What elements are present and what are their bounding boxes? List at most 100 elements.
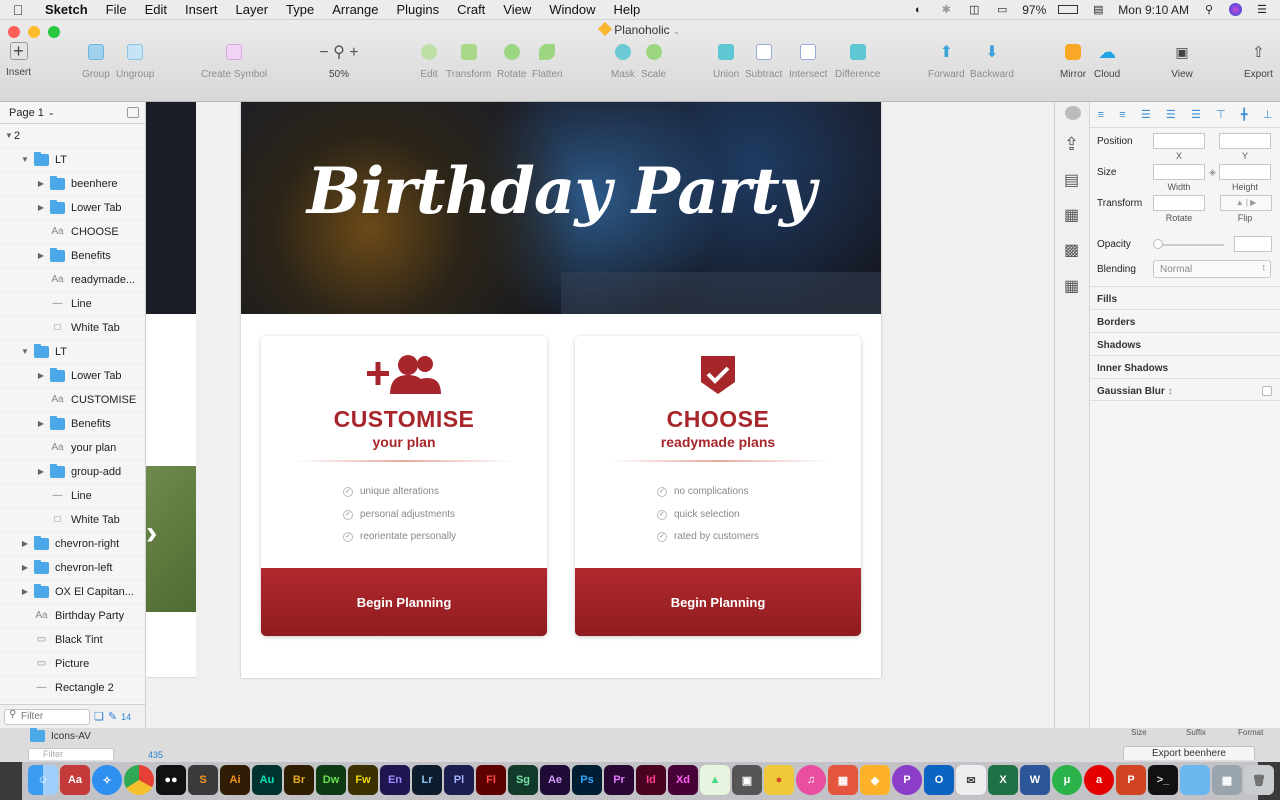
disclosure-closed-icon[interactable]: ▶ bbox=[36, 179, 46, 188]
zoom-control[interactable]: − ⚲ +50% bbox=[314, 42, 364, 80]
disclosure-closed-icon[interactable]: ▶ bbox=[36, 251, 46, 260]
disclosure-closed-icon[interactable]: ▶ bbox=[36, 203, 46, 212]
align-right-icon[interactable]: ☰ bbox=[1191, 108, 1201, 121]
create-symbol-button[interactable]: Create Symbol bbox=[201, 42, 267, 80]
menu-edit[interactable]: Edit bbox=[136, 2, 176, 17]
airtel-icon[interactable]: a bbox=[1084, 765, 1114, 795]
downloads-icon[interactable]: ▦ bbox=[1212, 765, 1242, 795]
menu-insert[interactable]: Insert bbox=[176, 2, 227, 17]
blending-select[interactable]: Normal ↕ bbox=[1153, 260, 1271, 278]
word-icon[interactable]: W bbox=[1020, 765, 1050, 795]
difference-button[interactable]: Difference bbox=[835, 42, 880, 80]
align-left-icon[interactable]: ☰ bbox=[1141, 108, 1151, 121]
layer-row[interactable]: ▭ Picture bbox=[0, 652, 145, 676]
powerpoint-icon[interactable]: P bbox=[1116, 765, 1146, 795]
disclosure-open-icon[interactable]: ▼ bbox=[20, 155, 30, 164]
collapse-pages-icon[interactable] bbox=[127, 107, 139, 118]
layer-row[interactable]: ▼ 2 bbox=[0, 124, 145, 148]
menu-type[interactable]: Type bbox=[277, 2, 323, 17]
menu-help[interactable]: Help bbox=[605, 2, 650, 17]
layer-row[interactable]: Aa CUSTOMISE bbox=[0, 388, 145, 412]
menu-file[interactable]: File bbox=[97, 2, 136, 17]
subtract-button[interactable]: Subtract bbox=[745, 42, 782, 80]
backward-button[interactable]: ⬇ Backward bbox=[970, 42, 1014, 80]
premiere-icon[interactable]: Pr bbox=[604, 765, 634, 795]
audition-icon[interactable]: Au bbox=[252, 765, 282, 795]
x-field[interactable] bbox=[1153, 133, 1205, 149]
sourcetree-icon[interactable]: ▣ bbox=[732, 765, 762, 795]
trash-icon[interactable]: 🗑 bbox=[1244, 765, 1274, 795]
sublime-icon[interactable]: S bbox=[188, 765, 218, 795]
layer-row[interactable]: ▶ Lower Tab bbox=[0, 364, 145, 388]
distribute-h-icon[interactable]: ≡ bbox=[1098, 109, 1104, 121]
clock[interactable]: Mon 9:10 AM bbox=[1118, 3, 1189, 17]
edit-button[interactable]: Edit bbox=[418, 42, 440, 80]
disclosure-closed-icon[interactable]: ▶ bbox=[20, 563, 30, 572]
layer-row[interactable]: — Rectangle 2 bbox=[0, 676, 145, 700]
insert-button[interactable]: + Insert bbox=[6, 42, 31, 78]
mail-icon[interactable]: ✉ bbox=[956, 765, 986, 795]
chevron-down-icon[interactable]: ⌄ bbox=[673, 27, 680, 36]
finder-icon[interactable]: ☺ bbox=[28, 765, 58, 795]
encore-icon[interactable]: En bbox=[380, 765, 410, 795]
layer-row[interactable]: ▶ group-add bbox=[0, 460, 145, 484]
picsart-icon[interactable]: P bbox=[892, 765, 922, 795]
union-button[interactable]: Union bbox=[713, 42, 739, 80]
ungroup-button[interactable]: Ungroup bbox=[116, 42, 154, 80]
opacity-slider[interactable] bbox=[1156, 244, 1224, 246]
xd-icon[interactable]: Xd bbox=[668, 765, 698, 795]
disclosure-open-icon[interactable]: ▼ bbox=[4, 131, 14, 140]
fills-section[interactable]: Fills bbox=[1090, 286, 1280, 309]
transform-button[interactable]: Transform bbox=[446, 42, 491, 80]
align-center-icon[interactable]: ☰ bbox=[1166, 108, 1176, 121]
layer-row[interactable]: ▶ Benefits bbox=[0, 412, 145, 436]
upload-icon[interactable]: ⇪ bbox=[1064, 134, 1079, 155]
symbol-filter-icon[interactable]: ❏ bbox=[94, 710, 104, 723]
preview-icon[interactable]: ▦ bbox=[828, 765, 858, 795]
artboard[interactable]: Birthday Party CUSTOMISE your plan ✓ uniq… bbox=[241, 102, 881, 678]
battery-icon[interactable] bbox=[1058, 5, 1079, 14]
sketch-icon[interactable]: ◆ bbox=[860, 765, 890, 795]
terminal-icon[interactable]: >_ bbox=[1148, 765, 1178, 795]
height-field[interactable] bbox=[1219, 164, 1271, 180]
layer-row[interactable]: — Line bbox=[0, 484, 145, 508]
shadows-section[interactable]: Shadows bbox=[1090, 332, 1280, 355]
inner-shadows-section[interactable]: Inner Shadows bbox=[1090, 355, 1280, 378]
background-layer-row[interactable]: Icons-AV bbox=[30, 728, 91, 742]
fruit-app-icon[interactable]: ● bbox=[764, 765, 794, 795]
hero-title[interactable]: Birthday Party bbox=[241, 154, 881, 229]
layer-row[interactable]: ▭ Black Tint bbox=[0, 628, 145, 652]
layer-row[interactable]: Aa Birthday Party bbox=[0, 604, 145, 628]
scale-button[interactable]: Scale bbox=[641, 42, 666, 80]
safari-icon[interactable]: ✧ bbox=[92, 765, 122, 795]
align-middle-icon[interactable]: ╋ bbox=[1241, 108, 1248, 121]
disclosure-closed-icon[interactable]: ▶ bbox=[20, 587, 30, 596]
battery-percent[interactable]: 97% bbox=[1022, 3, 1046, 17]
align-bottom-icon[interactable]: ⊥ bbox=[1263, 108, 1273, 121]
layer-row[interactable]: ▼ LT bbox=[0, 148, 145, 172]
lock-icon[interactable]: ◈ bbox=[1209, 167, 1216, 178]
android-studio-icon[interactable]: ▲ bbox=[700, 765, 730, 795]
siri-icon[interactable] bbox=[1229, 3, 1242, 16]
lightroom-icon[interactable]: Lr bbox=[412, 765, 442, 795]
layer-row[interactable]: ▶ chevron-left bbox=[0, 556, 145, 580]
fireworks-icon[interactable]: Fw bbox=[348, 765, 378, 795]
apple-icon[interactable]:  bbox=[0, 2, 36, 18]
craft-icon[interactable] bbox=[1065, 106, 1081, 120]
menu-arrange[interactable]: Arrange bbox=[323, 2, 387, 17]
layer-row[interactable]: Aa readymade... bbox=[0, 268, 145, 292]
opacity-field[interactable] bbox=[1234, 236, 1272, 252]
disclosure-closed-icon[interactable]: ▶ bbox=[36, 371, 46, 380]
speedgrade-icon[interactable]: Sg bbox=[508, 765, 538, 795]
menu-view[interactable]: View bbox=[494, 2, 540, 17]
width-field[interactable] bbox=[1153, 164, 1205, 180]
cc-icon[interactable]: ◐ bbox=[910, 4, 926, 16]
bluetooth-icon[interactable]: ✱ bbox=[938, 4, 954, 16]
layer-row[interactable]: □ White Tab bbox=[0, 508, 145, 532]
borders-section[interactable]: Borders bbox=[1090, 309, 1280, 332]
layer-row[interactable]: ▶ Benefits bbox=[0, 244, 145, 268]
view-button[interactable]: ▣ View bbox=[1171, 42, 1193, 81]
layer-row[interactable]: ▶ OX El Capitan... bbox=[0, 580, 145, 604]
excel-icon[interactable]: X bbox=[988, 765, 1018, 795]
intersect-button[interactable]: Intersect bbox=[789, 42, 827, 80]
